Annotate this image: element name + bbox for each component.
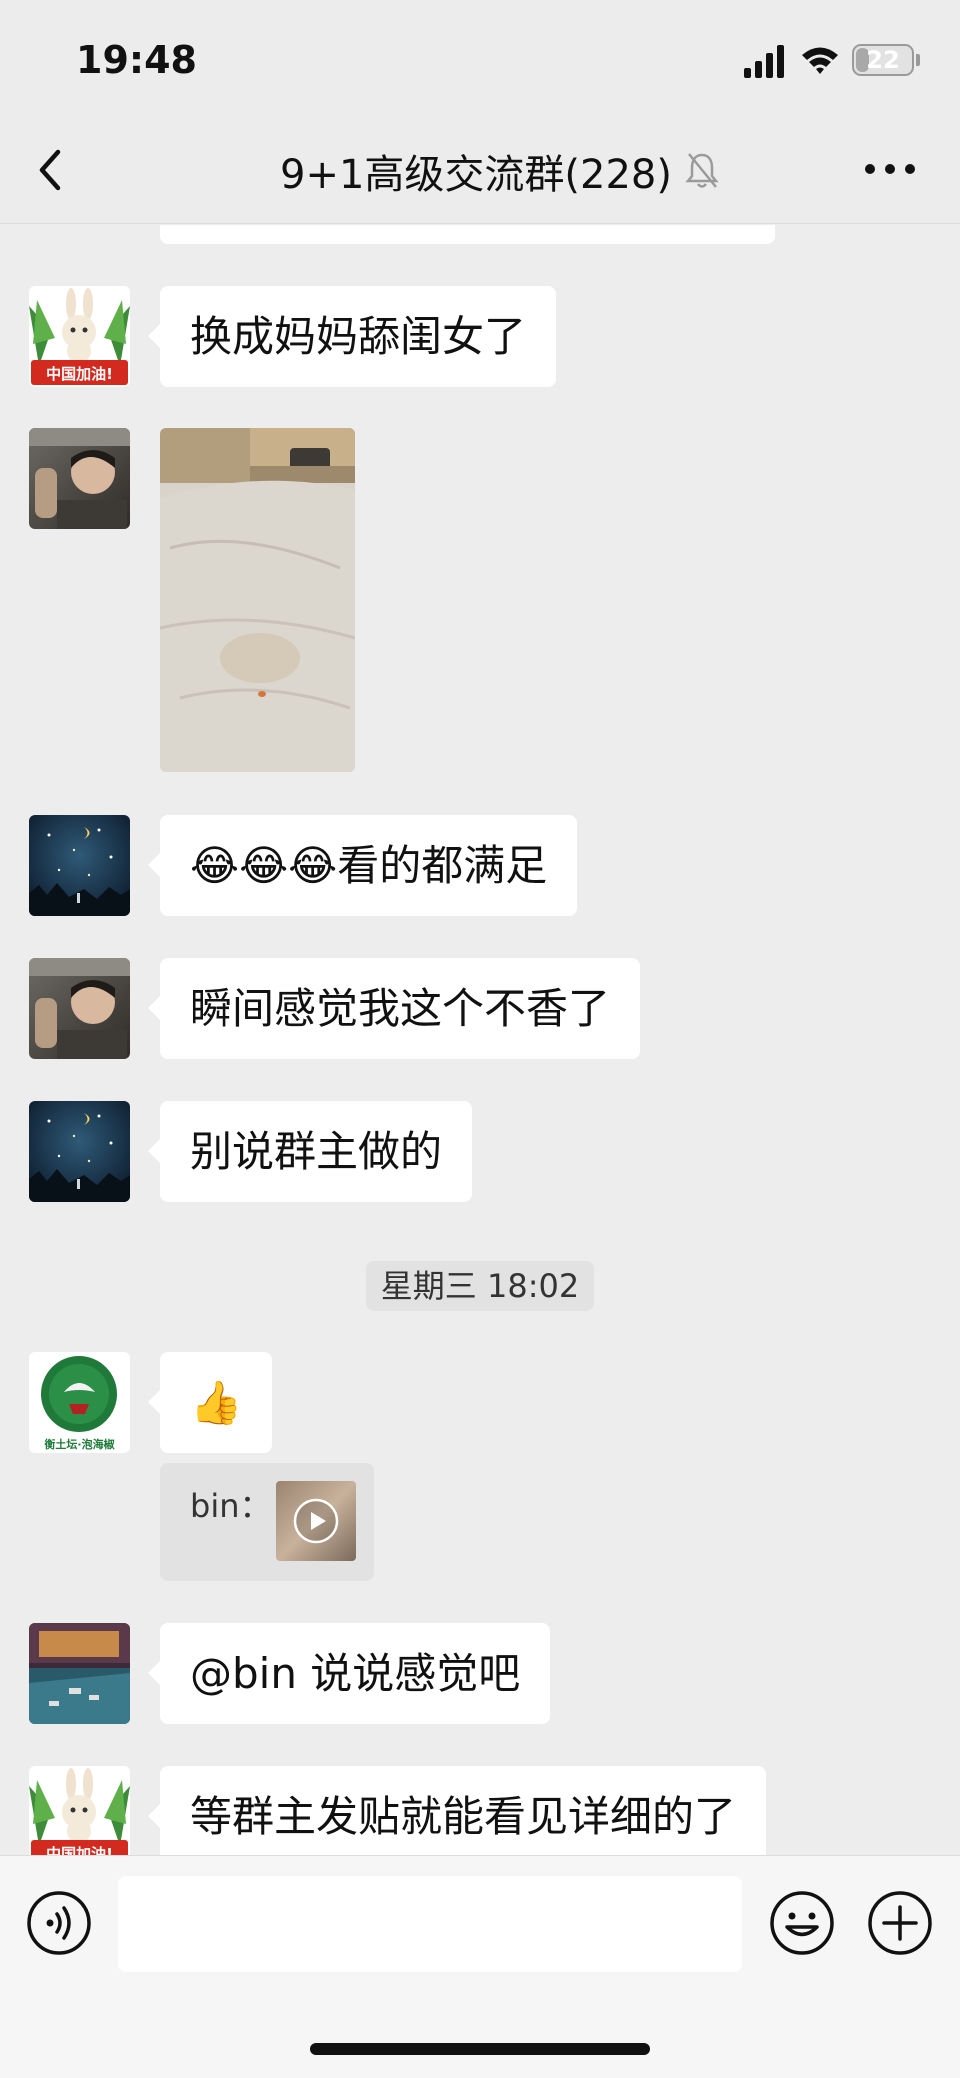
battery-percent: 22: [866, 46, 900, 74]
avatar-badge-text: 中国加油!: [46, 365, 113, 383]
message-bubble[interactable]: 😂😂😂看的都满足: [147, 815, 578, 916]
avatar-boy[interactable]: [29, 428, 130, 529]
quote-author: bin：: [190, 1487, 272, 1525]
more-options-button[interactable]: [864, 156, 916, 182]
home-indicator[interactable]: [310, 2043, 650, 2055]
voice-input-button[interactable]: [26, 1890, 92, 1956]
avatar-logo-text: 衡土坛·泡海椒: [44, 1437, 115, 1451]
avatar-room[interactable]: [29, 1623, 130, 1724]
mute-bell-icon: [685, 153, 719, 188]
avatar-forum-logo[interactable]: 衡土坛·泡海椒: [29, 1352, 130, 1453]
message-text: 等群主发贴就能看见详细的了: [190, 1792, 737, 1841]
message-text: 看的都满足: [337, 841, 548, 890]
message-bubble[interactable]: 换成妈妈舔闺女了: [147, 286, 557, 387]
timestamp-divider: 星期三 18:02: [366, 1261, 594, 1311]
message-bubble[interactable]: 等群主发贴就能看见详细的了: [147, 1766, 767, 1855]
status-time: 19:48: [76, 38, 197, 82]
quoted-message[interactable]: bin：: [160, 1463, 374, 1581]
message-bubble[interactable]: 瞬间感觉我这个不香了: [147, 958, 641, 1059]
thumbs-up-emoji: 👍: [190, 1378, 243, 1427]
tears-of-joy-emoji: 😂😂😂: [190, 841, 338, 890]
partial-message-bubble[interactable]: [160, 225, 775, 244]
emoji-button[interactable]: [769, 1890, 835, 1956]
back-button[interactable]: [30, 142, 76, 198]
avatar-starry-sky[interactable]: [29, 1101, 130, 1202]
message-text: 瞬间感觉我这个不香了: [190, 984, 611, 1033]
battery-nub: [916, 54, 920, 66]
avatar-rabbit[interactable]: 中国加油!: [29, 286, 130, 387]
message-input[interactable]: [118, 1876, 742, 1972]
message-list[interactable]: 中国加油! 换成妈妈舔闺女了 😂😂😂看的都满足 瞬间感觉我这个不香了 别说群主做…: [0, 225, 960, 1855]
avatar-rabbit[interactable]: 中国加油!: [29, 1766, 130, 1855]
chat-header: 19:48 22 9+1高级交流群(228): [0, 0, 960, 224]
chat-title: 9+1高级交流群(228): [280, 152, 672, 198]
timestamp-text: 星期三 18:02: [380, 1267, 580, 1305]
battery-icon: 22: [852, 44, 914, 76]
message-text: 别说群主做的: [190, 1127, 443, 1176]
avatar-starry-sky[interactable]: [29, 815, 130, 916]
message-bubble[interactable]: @bin 说说感觉吧: [147, 1623, 551, 1724]
more-functions-button[interactable]: [867, 1890, 933, 1956]
photo-message[interactable]: [160, 428, 355, 772]
message-text: @bin 说说感觉吧: [190, 1649, 521, 1698]
quoted-video-thumbnail[interactable]: [276, 1481, 356, 1561]
avatar-boy[interactable]: [29, 958, 130, 1059]
play-icon: [293, 1498, 339, 1544]
message-text: 换成妈妈舔闺女了: [190, 312, 527, 361]
cellular-signal-icon: [744, 45, 784, 78]
wifi-icon: [802, 47, 838, 74]
avatar-badge-text: 中国加油!: [46, 1845, 113, 1855]
message-bubble[interactable]: 👍: [147, 1352, 273, 1453]
message-bubble[interactable]: 别说群主做的: [147, 1101, 473, 1202]
